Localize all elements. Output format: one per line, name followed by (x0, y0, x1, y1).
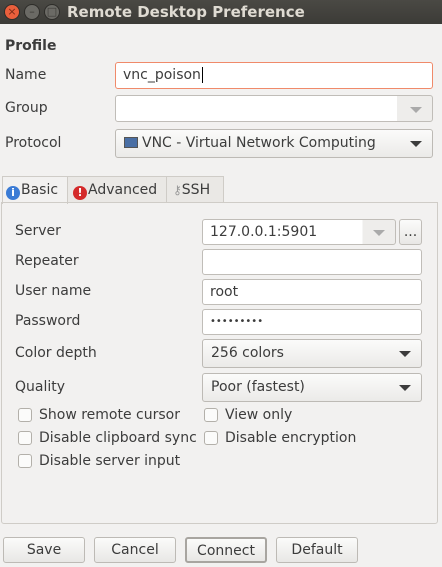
key-icon: ⚷ (173, 183, 182, 197)
profile-heading: Profile (5, 38, 57, 54)
repeater-input[interactable] (202, 249, 422, 275)
checkbox-label: View only (225, 407, 293, 423)
quality-label: Quality (15, 379, 66, 395)
name-input[interactable]: vnc_poison (115, 62, 433, 89)
chevron-down-icon (410, 107, 422, 113)
default-button[interactable]: Default (276, 537, 358, 563)
checkbox-box[interactable] (204, 431, 218, 445)
maximize-button[interactable]: □ (44, 4, 60, 20)
connect-button[interactable]: Connect (185, 537, 267, 563)
save-button[interactable]: Save (3, 537, 85, 563)
server-combo[interactable]: 127.0.0.1:5901 (202, 219, 396, 245)
info-icon: i (6, 186, 20, 200)
checkbox-box[interactable] (18, 454, 32, 468)
chevron-down-icon (399, 351, 411, 357)
vnc-monitor-icon (124, 137, 138, 148)
warning-icon: ! (73, 186, 87, 200)
checkbox-label: Disable encryption (225, 430, 357, 446)
password-input[interactable]: ••••••••• (202, 309, 422, 335)
checkbox-label: Show remote cursor (39, 407, 180, 423)
title-bar: × – □ Remote Desktop Preference (0, 0, 442, 24)
color-depth-select[interactable]: 256 colors (202, 339, 422, 368)
group-label: Group (5, 100, 48, 116)
repeater-label: Repeater (15, 253, 79, 269)
tab-basic[interactable]: i Basic (2, 176, 68, 204)
minimize-button[interactable]: – (24, 4, 40, 20)
protocol-select[interactable]: VNC - Virtual Network Computing (115, 129, 433, 158)
server-label: Server (15, 223, 61, 239)
chevron-down-icon (410, 141, 422, 147)
disable-server-input-checkbox[interactable]: Disable server input (18, 453, 180, 469)
chevron-down-icon (373, 230, 385, 236)
chevron-down-icon (399, 385, 411, 391)
checkbox-box[interactable] (204, 408, 218, 422)
checkbox-label: Disable clipboard sync (39, 430, 197, 446)
disable-encryption-checkbox[interactable]: Disable encryption (204, 430, 356, 446)
username-input[interactable]: root (202, 279, 422, 305)
name-label: Name (5, 67, 47, 83)
username-label: User name (15, 283, 92, 299)
tab-advanced[interactable]: ! Advanced (67, 176, 167, 203)
protocol-label: Protocol (5, 135, 62, 151)
server-browse-button[interactable]: ... (399, 219, 422, 245)
checkbox-label: Disable server input (39, 453, 181, 469)
tab-ssh[interactable]: ⚷SSH (166, 176, 224, 203)
show-remote-cursor-checkbox[interactable]: Show remote cursor (18, 407, 180, 423)
view-only-checkbox[interactable]: View only (204, 407, 292, 423)
checkbox-box[interactable] (18, 431, 32, 445)
cancel-button[interactable]: Cancel (94, 537, 176, 563)
color-depth-label: Color depth (15, 345, 97, 361)
password-label: Password (15, 313, 81, 329)
window-title: Remote Desktop Preference (67, 3, 305, 21)
quality-select[interactable]: Poor (fastest) (202, 373, 422, 402)
group-combo[interactable] (115, 95, 433, 122)
disable-clipboard-sync-checkbox[interactable]: Disable clipboard sync (18, 430, 197, 446)
close-button[interactable]: × (4, 4, 20, 20)
checkbox-box[interactable] (18, 408, 32, 422)
